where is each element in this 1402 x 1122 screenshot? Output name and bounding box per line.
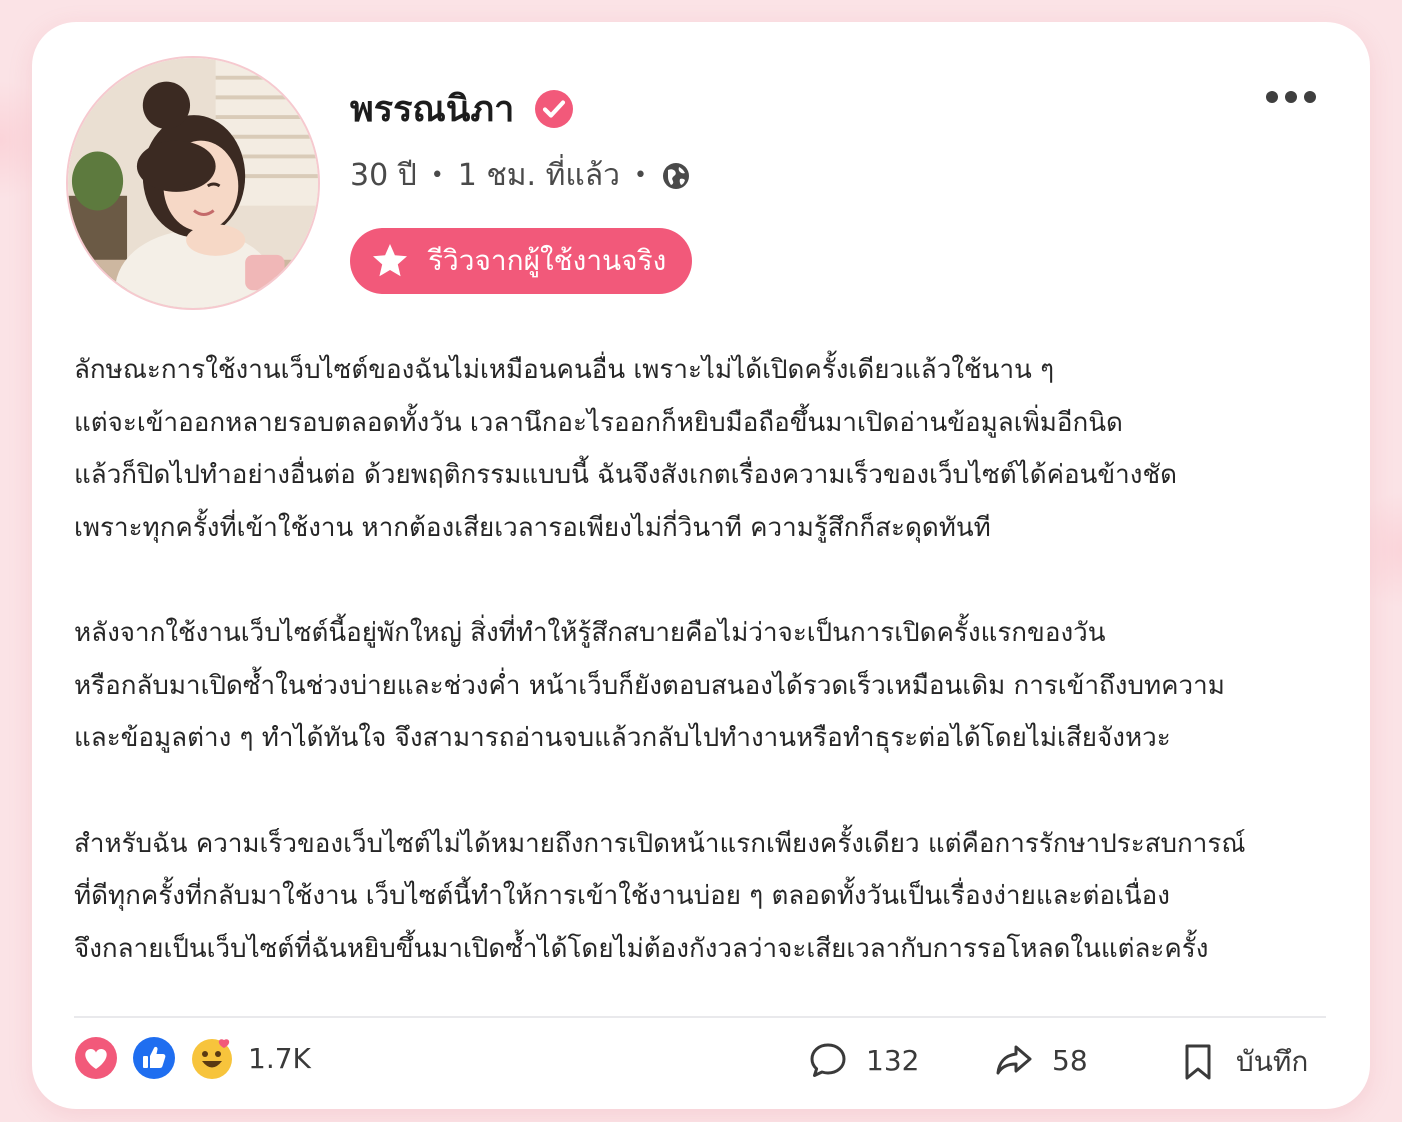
verified-check-icon [534, 89, 574, 129]
verified-review-badge: รีวิวจากผู้ใช้งานจริง [350, 228, 693, 294]
more-dot [1285, 91, 1297, 103]
shares-count: 58 [1052, 1043, 1088, 1077]
post-paragraph-2: หลังจากใช้งานเว็บไซต์นี้อยู่พักใหญ่ สิ่ง… [74, 607, 1344, 765]
post-line: หรือกลับมาเปิดซ้ำในช่วงบ่ายและช่วงค่ำ หน… [74, 670, 1225, 701]
post-line: จึงกลายเป็นเว็บไซต์ที่ฉันหยิบขึ้นมาเปิดซ… [74, 933, 1209, 964]
share-button[interactable]: 58 [994, 1040, 1088, 1080]
post-card: พรรณนิภา 30 ปี • 1 ชม. ที่แล้ว • รีวิวจา… [32, 22, 1370, 1109]
bookmark-icon [1178, 1042, 1218, 1082]
save-label: บันทึก [1236, 1045, 1309, 1078]
author-row: พรรณนิภา [350, 80, 574, 137]
more-options-icon[interactable] [1266, 84, 1316, 110]
post-line: สำหรับฉัน ความเร็วของเว็บไซต์ไม่ได้หมายถ… [74, 828, 1246, 859]
comment-button[interactable]: 132 [808, 1040, 919, 1080]
footer-divider [74, 1016, 1326, 1018]
avatar-photo [68, 58, 318, 308]
reactions-count: 1.7K [248, 1041, 311, 1075]
like-reaction-icon [132, 1036, 176, 1080]
comment-bubble-icon [808, 1040, 848, 1080]
reactions-summary[interactable]: 1.7K [74, 1036, 311, 1080]
post-paragraph-1: ลักษณะการใช้งานเว็บไซต์ของฉันไม่เหมือนคน… [74, 344, 1344, 554]
post-body: ลักษณะการใช้งานเว็บไซต์ของฉันไม่เหมือนคน… [74, 344, 1344, 975]
post-paragraph-3: สำหรับฉัน ความเร็วของเว็บไซต์ไม่ได้หมายถ… [74, 818, 1344, 976]
post-line: และข้อมูลต่าง ๆ ทำได้ทันใจ จึงสามารถอ่าน… [74, 723, 1171, 753]
post-line: แล้วก็ปิดไปทำอย่างอื่นต่อ ด้วยพฤติกรรมแบ… [74, 460, 1177, 490]
post-line: หลังจากใช้งานเว็บไซต์นี้อยู่พักใหญ่ สิ่ง… [74, 618, 1106, 648]
heart-eyes-reaction-icon [190, 1036, 234, 1080]
separator-dot: • [633, 163, 647, 188]
separator-dot: • [430, 163, 444, 188]
post-meta: 30 ปี • 1 ชม. ที่แล้ว • [350, 152, 691, 199]
more-dot [1304, 91, 1316, 103]
post-line: เพราะทุกครั้งที่เข้าใช้งาน หากต้องเสียเว… [74, 512, 991, 543]
post-line: ลักษณะการใช้งานเว็บไซต์ของฉันไม่เหมือนคน… [74, 355, 1055, 385]
share-arrow-icon [994, 1040, 1034, 1080]
more-dot [1266, 91, 1278, 103]
globe-icon [661, 161, 691, 191]
author-age: 30 ปี [350, 158, 417, 193]
love-reaction-icon [74, 1036, 118, 1080]
author-name[interactable]: พรรณนิภา [350, 80, 514, 137]
post-footer: 1.7K 132 58 บันทึก [32, 1032, 1370, 1102]
save-button[interactable]: บันทึก [1178, 1040, 1308, 1084]
post-time[interactable]: 1 ชม. ที่แล้ว [458, 152, 620, 199]
star-icon [370, 241, 410, 281]
post-line: แต่จะเข้าออกหลายรอบตลอดทั้งวัน เวลานึกอะ… [74, 407, 1123, 438]
post-line: ที่ดีทุกครั้งที่กลับมาใช้งาน เว็บไซต์นี้… [74, 881, 1170, 911]
avatar[interactable] [66, 56, 320, 310]
comments-count: 132 [866, 1043, 920, 1077]
badge-label: รีวิวจากผู้ใช้งานจริง [428, 244, 667, 277]
